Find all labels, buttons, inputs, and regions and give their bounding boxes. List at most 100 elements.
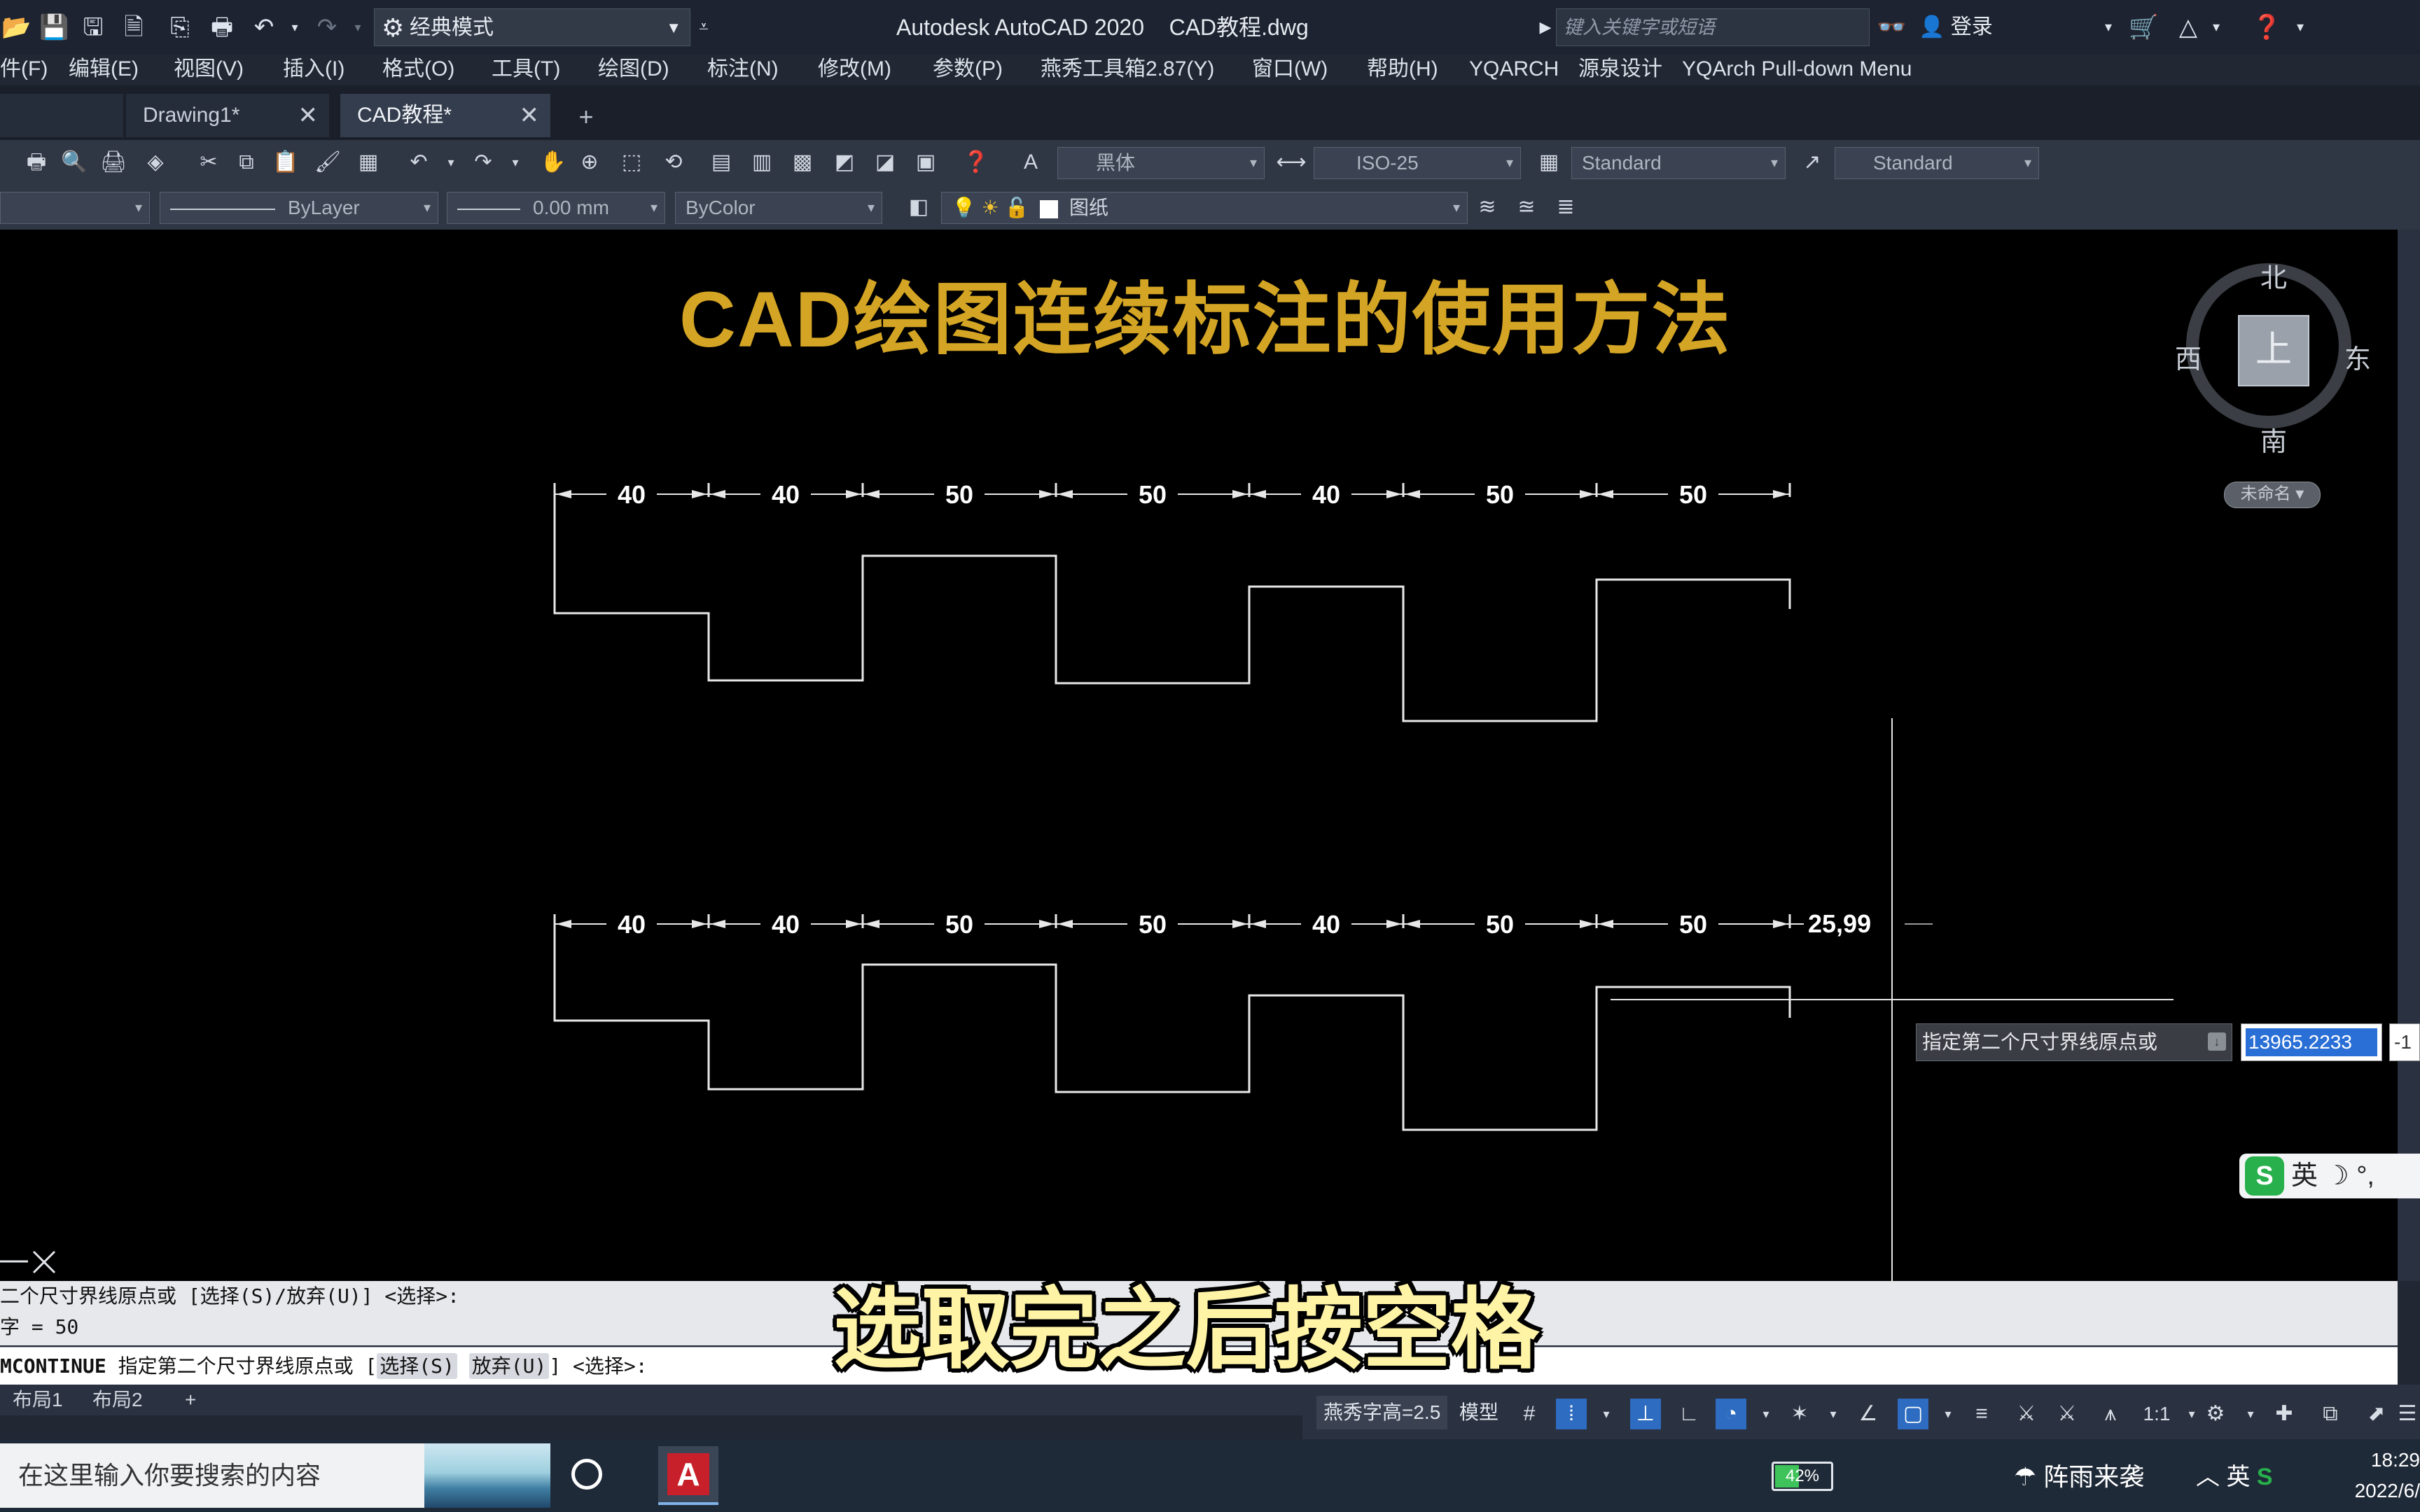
dynamic-input-x[interactable]: 13965.2233 xyxy=(2241,1023,2382,1061)
text-style-select[interactable]: 黑体 ▾ xyxy=(1057,147,1265,179)
workspace-dropdown-icon[interactable]: ▾ xyxy=(2235,1399,2266,1429)
menu-edit[interactable]: 编辑(E) xyxy=(69,55,139,84)
menu-yqarch-pulldown[interactable]: YQArch Pull-down Menu xyxy=(1682,55,1912,84)
3d-print-icon[interactable]: ◈ xyxy=(140,147,171,178)
menu-help[interactable]: 帮助(H) xyxy=(1367,55,1438,84)
osnap-dropdown-icon[interactable]: ▾ xyxy=(1933,1399,1963,1429)
login-dropdown-icon[interactable]: ▾ xyxy=(2094,13,2123,42)
object-snap-icon[interactable]: ▢ xyxy=(1898,1399,1928,1429)
tray-ime[interactable]: 英 xyxy=(2226,1464,2250,1490)
menu-file[interactable]: 件(F) xyxy=(0,55,48,84)
object-snap-tracking-icon[interactable]: ∠ xyxy=(1853,1399,1884,1429)
undo-icon[interactable]: ↶ xyxy=(249,13,279,42)
menu-format[interactable]: 格式(O) xyxy=(382,55,454,84)
dimension-style-icon[interactable]: ⟷ xyxy=(1276,147,1307,178)
lineweight-select[interactable]: 0.00 mm ▾ xyxy=(447,192,665,224)
zoom-window-icon[interactable]: ⬚ xyxy=(616,147,647,178)
redo-icon[interactable]: ↷ xyxy=(312,13,342,42)
isodraft-icon[interactable]: ✶ xyxy=(1784,1399,1815,1429)
dynamic-input-y[interactable]: -1 xyxy=(2389,1023,2420,1061)
undo-dropdown-icon[interactable]: ▾ xyxy=(436,147,466,178)
design-center-icon[interactable]: ▥ xyxy=(746,147,777,178)
tab-layout2[interactable]: 布局2 xyxy=(80,1385,155,1415)
ortho-icon[interactable]: ∟ xyxy=(1674,1399,1704,1429)
help-icon[interactable]: ❓ xyxy=(961,147,992,178)
autocad-taskbar-button[interactable]: A xyxy=(658,1446,718,1505)
table-style-icon[interactable]: ▦ xyxy=(1534,147,1564,178)
tab-layout1[interactable]: 布局1 xyxy=(0,1385,76,1415)
windows-search-input[interactable]: 在这里输入你要搜索的内容 xyxy=(0,1443,550,1508)
scale-value[interactable]: 1:1 xyxy=(2134,1399,2179,1429)
pan-icon[interactable]: ✋ xyxy=(538,147,569,178)
viewcube-top-face[interactable]: 上 xyxy=(2238,315,2309,386)
save-as-icon[interactable]: 🖫 xyxy=(78,13,108,42)
ime-icons[interactable]: ☽ °, xyxy=(2325,1161,2374,1191)
menu-draw[interactable]: 绘图(D) xyxy=(598,55,669,84)
hardware-acceleration-icon[interactable]: ⬈ xyxy=(2361,1399,2392,1429)
gear-icon[interactable]: ⚙ xyxy=(2200,1399,2231,1429)
isolate-objects-icon[interactable]: ⧉ xyxy=(2315,1399,2346,1429)
workspace-switcher[interactable]: ⚙ 经典模式 ▼ xyxy=(374,8,690,46)
sheet-set-icon[interactable]: ◩ xyxy=(829,147,860,178)
layer-properties-icon[interactable]: ◧ xyxy=(903,192,934,223)
ime-toolbar[interactable]: S英 ☽ °, xyxy=(2239,1154,2420,1198)
multileader-style-select[interactable]: Standard ▾ xyxy=(1835,147,2039,179)
isodraft-dropdown-icon[interactable]: ▾ xyxy=(1818,1399,1849,1429)
print-icon[interactable]: 🖶 xyxy=(207,13,237,42)
cart-icon[interactable]: 🛒 xyxy=(2129,13,2158,42)
layer-previous-icon[interactable]: ≊ xyxy=(1511,192,1542,223)
model-space-button[interactable]: 模型 xyxy=(1459,1396,1498,1429)
navigation-tool-strip[interactable] xyxy=(2398,230,2420,1281)
new-tab-button[interactable]: + xyxy=(569,99,604,134)
calculator-icon[interactable]: ▣ xyxy=(910,147,941,178)
ucs-menu-button[interactable]: 未命名 ▾ xyxy=(2224,482,2321,508)
undo-icon[interactable]: ↶ xyxy=(403,147,434,178)
grid-icon[interactable]: # xyxy=(1514,1399,1545,1429)
markup-icon[interactable]: ◪ xyxy=(870,147,900,178)
menu-dimension[interactable]: 标注(N) xyxy=(707,55,779,84)
weather-widget[interactable]: ☂ 阵雨来袭 xyxy=(2014,1460,2144,1494)
menu-tools[interactable]: 工具(T) xyxy=(492,55,560,84)
infer-constraints-icon[interactable]: ⊥ xyxy=(1630,1399,1661,1429)
text-style-icon[interactable]: A xyxy=(1015,147,1046,178)
paste-icon[interactable]: 📋 xyxy=(270,147,301,178)
annotation-visibility-icon[interactable]: ⚔ xyxy=(2011,1399,2042,1429)
sogou-tray-icon[interactable]: S xyxy=(2257,1464,2273,1490)
make-current-layer-icon[interactable]: ≋ xyxy=(1472,192,1503,223)
close-icon[interactable]: ✕ xyxy=(520,94,540,137)
chevron-up-icon[interactable]: ︿ xyxy=(2196,1464,2220,1490)
publish-icon[interactable]: 🖨 xyxy=(98,147,129,178)
save-icon[interactable]: 💾 xyxy=(39,13,69,42)
redo-dropdown-icon[interactable]: ▾ xyxy=(500,147,531,178)
snap-dropdown-icon[interactable]: ▾ xyxy=(1591,1399,1622,1429)
table-style-select[interactable]: Standard ▾ xyxy=(1571,147,1786,179)
print-icon[interactable]: 🖶 xyxy=(21,147,52,178)
viewcube-north[interactable]: 北 xyxy=(2260,256,2287,295)
help-dropdown-icon[interactable]: ▾ xyxy=(2286,13,2315,42)
menu-yuanquan[interactable]: 源泉设计 xyxy=(1578,55,1662,84)
down-arrow-icon[interactable]: ↓ xyxy=(2208,1032,2226,1051)
add-layout-button[interactable]: + xyxy=(172,1385,209,1415)
plot-style-select[interactable]: ByColor ▾ xyxy=(675,192,882,224)
viewcube-east[interactable]: 东 xyxy=(2344,337,2371,376)
layer-state-icon[interactable]: ≣ xyxy=(1550,192,1581,223)
copy-icon[interactable]: ⧉ xyxy=(231,147,262,178)
cortana-icon[interactable] xyxy=(571,1459,602,1490)
menu-window[interactable]: 窗口(W) xyxy=(1252,55,1328,84)
multileader-style-icon[interactable]: ↗ xyxy=(1797,147,1828,178)
annotation-scale-icon[interactable]: ⩚ xyxy=(2095,1399,2126,1429)
menu-parametric[interactable]: 参数(P) xyxy=(933,55,1003,84)
menu-insert[interactable]: 插入(I) xyxy=(283,55,345,84)
redo-icon[interactable]: ↷ xyxy=(468,147,499,178)
polar-dropdown-icon[interactable]: ▾ xyxy=(1751,1399,1781,1429)
plus-icon[interactable]: ✚ xyxy=(2269,1399,2300,1429)
viewcube-west[interactable]: 西 xyxy=(2175,337,2202,376)
menu-modify[interactable]: 修改(M) xyxy=(818,55,891,84)
login-button[interactable]: 👤 登录 xyxy=(1919,0,1993,55)
text-height-status[interactable]: 燕秀字高=2.5 xyxy=(1316,1396,1448,1429)
viewcube[interactable]: 北 南 西 东 上 xyxy=(2175,260,2371,457)
tool-palettes-icon[interactable]: ▩ xyxy=(787,147,818,178)
ime-language[interactable]: 英 xyxy=(2291,1161,2318,1191)
search-input[interactable]: 键入关键字或短语 xyxy=(1556,8,1870,46)
color-select[interactable]: ▾ xyxy=(0,192,150,224)
